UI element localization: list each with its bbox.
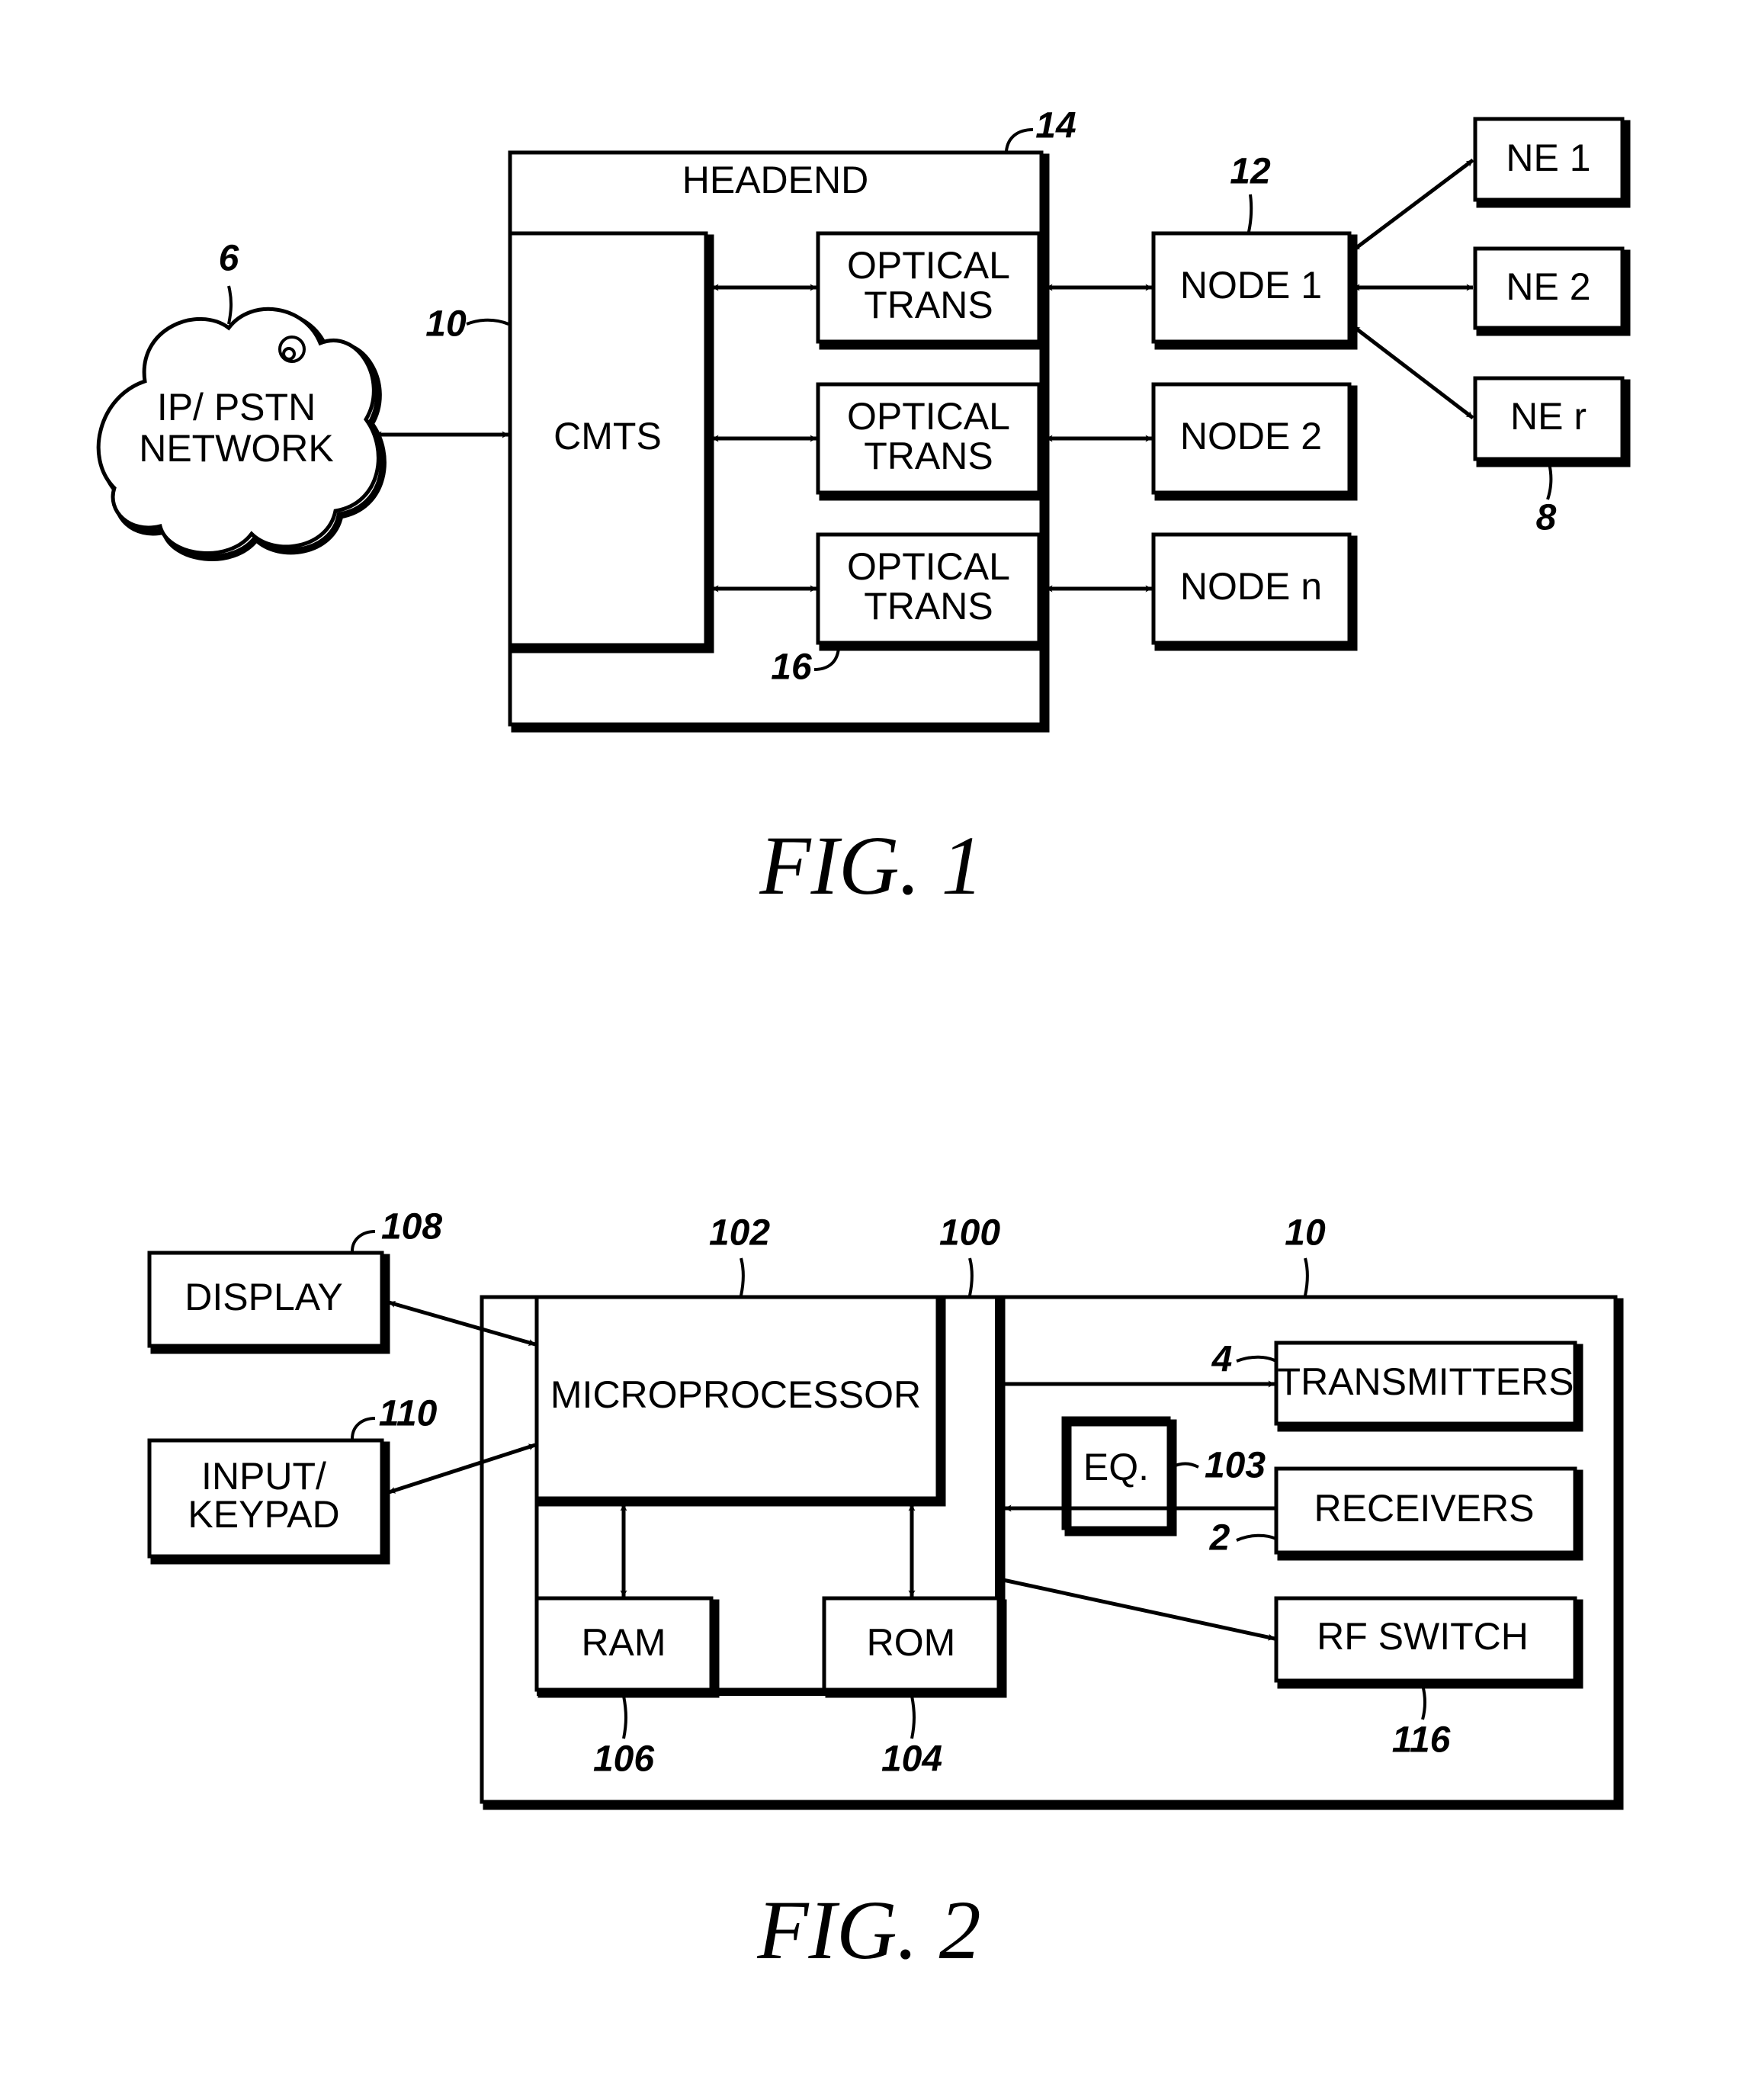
optical-trans-1-line1: OPTICAL xyxy=(847,244,1010,287)
ref-leader-14 xyxy=(1005,128,1034,152)
rf-switch-box: RF SWITCH xyxy=(1274,1596,1583,1689)
transmitters-box: TRANSMITTERS xyxy=(1274,1341,1583,1432)
optical-trans-3-line1: OPTICAL xyxy=(847,545,1010,588)
ne-r-label: NE r xyxy=(1510,395,1587,438)
ref-12: 12 xyxy=(1230,152,1271,192)
optical-trans-1: OPTICAL TRANS xyxy=(816,231,1048,350)
node-n-box: NODE n xyxy=(1151,532,1358,651)
fig2-caption: FIG. 2 xyxy=(756,1883,980,1976)
ref-leader-12 xyxy=(1247,194,1253,233)
fig1: IP/ PSTN NETWORK 6 HEADEND 14 CMTS 10 OP… xyxy=(96,106,1631,912)
ref-108: 108 xyxy=(381,1207,442,1247)
cmts-label: CMTS xyxy=(553,415,662,458)
optical-trans-2-line1: OPTICAL xyxy=(847,395,1010,438)
input-label-line2: KEYPAD xyxy=(188,1493,339,1536)
rf-switch-label: RF SWITCH xyxy=(1317,1615,1529,1658)
ne-2-box: NE 2 xyxy=(1473,246,1631,336)
optical-trans-2-line2: TRANS xyxy=(864,435,993,477)
display-box: DISPLAY xyxy=(147,1251,390,1354)
ref-110: 110 xyxy=(379,1394,438,1434)
node-2-box: NODE 2 xyxy=(1151,382,1358,501)
ref-103: 103 xyxy=(1205,1446,1266,1486)
ref-8: 8 xyxy=(1536,498,1557,538)
ram-box: RAM xyxy=(534,1596,720,1698)
ref-2: 2 xyxy=(1209,1518,1230,1559)
receivers-label: RECEIVERS xyxy=(1314,1487,1535,1530)
input-keypad-box: INPUT/ KEYPAD xyxy=(147,1438,390,1565)
ref-leader-102 xyxy=(740,1257,745,1296)
optical-trans-3: OPTICAL TRANS xyxy=(816,532,1048,651)
rom-box: ROM xyxy=(822,1596,1007,1698)
optical-trans-1-line2: TRANS xyxy=(864,284,993,326)
headend-label: HEADEND xyxy=(682,159,868,201)
optical-trans-3-line2: TRANS xyxy=(864,585,993,628)
ref-leader-10-fig2 xyxy=(1304,1257,1309,1296)
node-2-label: NODE 2 xyxy=(1180,415,1322,458)
ne-1-label: NE 1 xyxy=(1506,136,1590,179)
ref-leader-6 xyxy=(227,285,233,325)
microprocessor-box: MICROPROCESSOR xyxy=(534,1295,946,1507)
eq-label: EQ. xyxy=(1083,1446,1149,1488)
transmitters-label: TRANSMITTERS xyxy=(1278,1360,1574,1403)
optical-trans-2: OPTICAL TRANS xyxy=(816,382,1048,501)
cloud-label-line1: IP/ PSTN xyxy=(157,386,316,429)
ne-r-box: NE r xyxy=(1473,376,1631,467)
ref-104: 104 xyxy=(881,1739,942,1780)
arrow-node1-ne1 xyxy=(1352,159,1474,252)
fig2: 10 100 MICROPROCESSOR 102 RAM ROM 106 10… xyxy=(147,1207,1624,1976)
ne-1-box: NE 1 xyxy=(1473,117,1631,208)
ref-10-fig2: 10 xyxy=(1285,1213,1326,1254)
ref-102: 102 xyxy=(709,1213,770,1254)
ne-2-label: NE 2 xyxy=(1506,265,1590,308)
microprocessor-label: MICROPROCESSOR xyxy=(550,1373,921,1416)
cmts-box: CMTS xyxy=(508,231,714,653)
ref-106: 106 xyxy=(593,1739,654,1780)
display-label: DISPLAY xyxy=(184,1276,343,1318)
ref-leader-8 xyxy=(1546,463,1553,500)
arrow-node1-ner xyxy=(1352,325,1474,419)
ref-100: 100 xyxy=(939,1213,1000,1254)
ref-leader-10 xyxy=(466,318,509,326)
rom-label: ROM xyxy=(867,1621,956,1664)
node-n-label: NODE n xyxy=(1180,565,1322,608)
ref-leader-110 xyxy=(351,1417,376,1440)
ref-4: 4 xyxy=(1211,1340,1233,1380)
ref-16: 16 xyxy=(771,647,812,688)
ref-6: 6 xyxy=(219,239,239,279)
receivers-box: RECEIVERS xyxy=(1274,1466,1583,1561)
fig1-caption: FIG. 1 xyxy=(759,819,983,912)
ref-leader-100 xyxy=(968,1257,974,1296)
ref-10-fig1: 10 xyxy=(425,304,467,345)
ref-116: 116 xyxy=(1392,1720,1451,1761)
ram-label: RAM xyxy=(581,1621,666,1664)
patent-drawing-sheet: IP/ PSTN NETWORK 6 HEADEND 14 CMTS 10 OP… xyxy=(96,106,1631,1976)
ref-leader-108 xyxy=(351,1230,376,1252)
ref-14: 14 xyxy=(1035,106,1076,146)
node-1-box: NODE 1 xyxy=(1151,231,1358,350)
cloud-label-line2: NETWORK xyxy=(139,427,334,470)
ip-pstn-network-cloud: IP/ PSTN NETWORK xyxy=(96,307,387,561)
node-1-label: NODE 1 xyxy=(1180,264,1322,307)
input-label-line1: INPUT/ xyxy=(201,1455,326,1498)
